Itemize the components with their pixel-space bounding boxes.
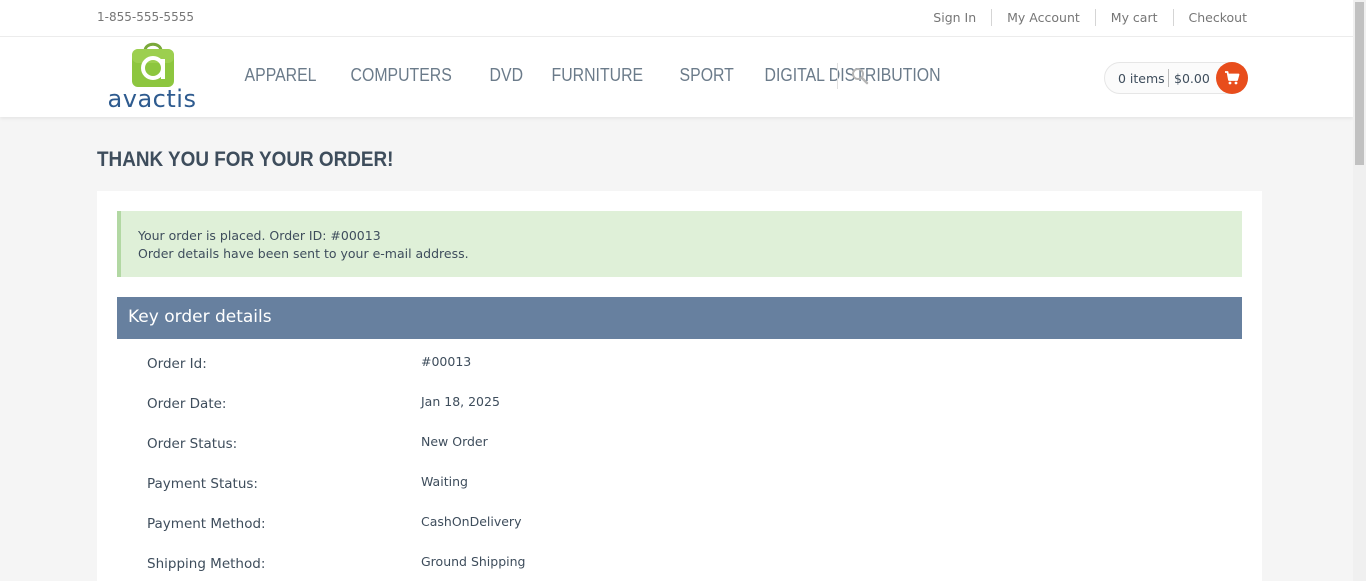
main-header: avactis APPAREL COMPUTERS DVD FURNITURE …	[0, 37, 1353, 117]
nav-divider	[837, 63, 838, 89]
alert-order-placed-text: Your order is placed. Order ID: #00013	[138, 228, 381, 243]
detail-value: Waiting	[421, 474, 468, 489]
logo-text: avactis	[107, 85, 197, 113]
success-alert: Your order is placed. Order ID: #00013 O…	[117, 211, 1242, 277]
nav-item-apparel[interactable]: APPAREL	[234, 65, 327, 86]
detail-row-order-date: Order Date: Jan 18, 2025	[147, 389, 1147, 429]
nav-item-sport[interactable]: SPORT	[669, 65, 744, 86]
site-logo[interactable]: avactis	[104, 39, 200, 114]
checkout-link[interactable]: Checkout	[1172, 9, 1247, 26]
my-account-link[interactable]: My Account	[991, 9, 1095, 26]
detail-label: Shipping Method:	[147, 556, 266, 572]
nav-item-computers[interactable]: COMPUTERS	[340, 65, 462, 86]
order-details-list: Order Id: #00013 Order Date: Jan 18, 202…	[147, 349, 1147, 581]
top-bar: 1-855-555-5555 Sign In My Account My car…	[0, 0, 1353, 37]
search-icon[interactable]	[851, 67, 869, 85]
mini-cart[interactable]: 0 items $0.00	[1104, 62, 1248, 94]
my-cart-link[interactable]: My cart	[1094, 9, 1173, 26]
order-confirmation-panel: Your order is placed. Order ID: #00013 O…	[97, 191, 1262, 581]
detail-label: Order Id:	[147, 356, 207, 372]
detail-row-order-id: Order Id: #00013	[147, 349, 1147, 389]
detail-row-order-status: Order Status: New Order	[147, 429, 1147, 469]
page-title: THANK YOU FOR YOUR ORDER!	[97, 148, 394, 171]
detail-value: #00013	[421, 354, 472, 369]
detail-value: Jan 18, 2025	[421, 394, 500, 409]
detail-label: Order Date:	[147, 396, 227, 412]
sign-in-link[interactable]: Sign In	[918, 9, 991, 26]
detail-row-payment-status: Payment Status: Waiting	[147, 469, 1147, 509]
detail-label: Payment Method:	[147, 516, 266, 532]
shopping-bag-logo-icon	[132, 42, 174, 87]
nav-item-dvd[interactable]: DVD	[479, 65, 534, 86]
alert-email-sent-text: Order details have been sent to your e-m…	[138, 246, 469, 261]
section-header-key-order-details: Key order details	[117, 297, 1242, 339]
cart-button[interactable]	[1216, 62, 1248, 94]
top-links: Sign In My Account My cart Checkout	[918, 9, 1247, 26]
detail-label: Order Status:	[147, 436, 238, 452]
detail-label: Payment Status:	[147, 476, 258, 492]
nav-item-furniture[interactable]: FURNITURE	[541, 65, 654, 86]
shopping-cart-icon	[1225, 71, 1240, 85]
detail-value: Ground Shipping	[421, 554, 526, 569]
detail-value: New Order	[421, 434, 488, 449]
cart-divider	[1168, 69, 1169, 87]
vertical-scrollbar[interactable]	[1353, 0, 1366, 581]
detail-row-payment-method: Payment Method: CashOnDelivery	[147, 509, 1147, 549]
detail-row-shipping-method: Shipping Method: Ground Shipping	[147, 549, 1147, 581]
scrollbar-thumb[interactable]	[1355, 2, 1364, 165]
cart-item-count: 0 items	[1118, 71, 1165, 86]
phone-number: 1-855-555-5555	[97, 10, 194, 24]
detail-value: CashOnDelivery	[421, 514, 522, 529]
cart-total: $0.00	[1174, 71, 1210, 86]
